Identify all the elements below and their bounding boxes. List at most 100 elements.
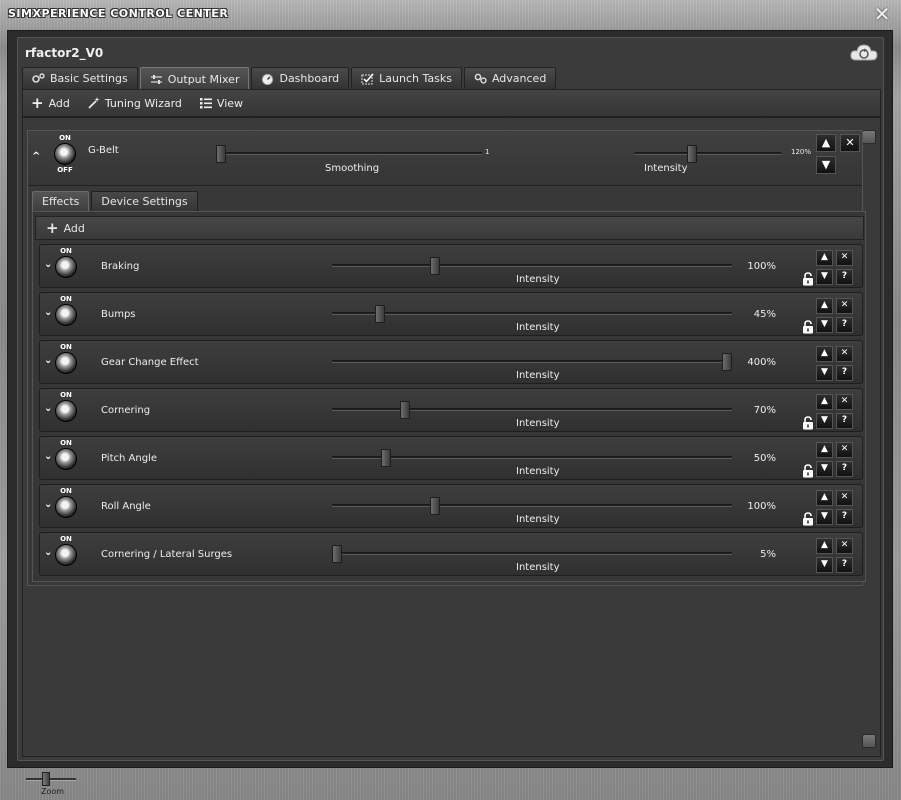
move-up-button[interactable]: ▲: [816, 134, 836, 152]
tab-launch-tasks[interactable]: Launch Tasks: [351, 67, 462, 89]
scroll-down-button[interactable]: [862, 734, 876, 748]
remove-effect-button[interactable]: ✕: [836, 346, 853, 362]
move-up-button[interactable]: ▲: [816, 250, 833, 266]
effect-power-switch[interactable]: ON: [53, 343, 79, 375]
move-down-button[interactable]: ▼: [816, 365, 833, 381]
remove-effect-button[interactable]: ✕: [836, 538, 853, 554]
expand-chevron-icon[interactable]: ⌄: [44, 451, 52, 462]
device-intensity-slider[interactable]: [635, 145, 781, 163]
remove-effect-button[interactable]: ✕: [836, 298, 853, 314]
expand-chevron-icon[interactable]: ⌄: [44, 307, 52, 318]
slider-thumb[interactable]: [375, 305, 385, 323]
effect-power-switch[interactable]: ON: [53, 391, 79, 423]
plus-icon[interactable]: +: [46, 220, 59, 235]
intensity-label: Intensity: [516, 274, 560, 285]
slider-thumb[interactable]: [332, 545, 342, 563]
move-down-button[interactable]: ▼: [816, 509, 833, 525]
move-up-button[interactable]: ▲: [816, 442, 833, 458]
expand-chevron-icon[interactable]: ⌄: [44, 355, 52, 366]
tab-basic-settings[interactable]: Basic Settings: [22, 67, 138, 89]
effect-name: Gear Change Effect: [101, 357, 199, 368]
move-up-button[interactable]: ▲: [816, 394, 833, 410]
slider-thumb[interactable]: [216, 145, 226, 163]
intensity-value: 45%: [753, 309, 776, 320]
effect-intensity-slider[interactable]: [332, 545, 732, 563]
expand-chevron-icon[interactable]: ⌄: [44, 403, 52, 414]
slider-thumb[interactable]: [687, 145, 697, 163]
move-down-button[interactable]: ▼: [816, 156, 836, 174]
add-effect-button[interactable]: Add: [64, 222, 85, 235]
move-up-button[interactable]: ▲: [816, 346, 833, 362]
intensity-label: Intensity: [516, 418, 560, 429]
unlock-icon[interactable]: [802, 464, 814, 478]
tab-output-mixer[interactable]: Output Mixer: [139, 67, 250, 90]
move-down-button[interactable]: ▼: [816, 269, 833, 285]
help-button[interactable]: ?: [836, 509, 853, 525]
remove-effect-button[interactable]: ✕: [836, 442, 853, 458]
slider-thumb[interactable]: [430, 497, 440, 515]
scroll-up-button[interactable]: [862, 130, 876, 144]
slider-thumb[interactable]: [722, 353, 732, 371]
move-down-button[interactable]: ▼: [816, 557, 833, 573]
tuning-wizard-button[interactable]: Tuning Wizard: [88, 97, 182, 110]
zoom-slider[interactable]: Zoom: [26, 772, 76, 798]
expand-chevron-icon[interactable]: ⌄: [44, 259, 52, 270]
collapse-chevron-icon[interactable]: ^: [32, 151, 40, 162]
close-icon[interactable]: ✕: [873, 4, 891, 24]
power-knob-icon: [55, 448, 77, 470]
unlock-icon[interactable]: [802, 320, 814, 334]
help-button[interactable]: ?: [836, 461, 853, 477]
help-button[interactable]: ?: [836, 269, 853, 285]
move-up-button[interactable]: ▲: [816, 298, 833, 314]
tab-advanced[interactable]: Advanced: [463, 67, 557, 89]
effect-intensity-slider[interactable]: [332, 353, 732, 371]
remove-effect-button[interactable]: ✕: [836, 250, 853, 266]
move-down-button[interactable]: ▼: [816, 317, 833, 333]
unlock-icon[interactable]: [802, 512, 814, 526]
zoom-track[interactable]: [26, 778, 76, 781]
tab-label: Launch Tasks: [379, 72, 452, 85]
effect-intensity-slider[interactable]: [332, 305, 732, 323]
tab-label: Basic Settings: [50, 72, 128, 85]
remove-effect-button[interactable]: ✕: [836, 490, 853, 506]
tab-dashboard[interactable]: Dashboard: [251, 67, 350, 89]
move-up-button[interactable]: ▲: [816, 538, 833, 554]
expand-chevron-icon[interactable]: ⌄: [44, 499, 52, 510]
device-power-switch[interactable]: ON OFF: [52, 134, 78, 174]
help-button[interactable]: ?: [836, 413, 853, 429]
tab-device-settings[interactable]: Device Settings: [91, 191, 198, 211]
effect-intensity-slider[interactable]: [332, 497, 732, 515]
slider-thumb[interactable]: [400, 401, 410, 419]
expand-chevron-icon[interactable]: ⌄: [44, 547, 52, 558]
add-button[interactable]: + Add: [31, 95, 70, 110]
effect-power-switch[interactable]: ON: [53, 295, 79, 327]
unlock-icon[interactable]: [802, 272, 814, 286]
effect-power-switch[interactable]: ON: [53, 247, 79, 279]
effect-name: Pitch Angle: [101, 453, 157, 464]
remove-device-button[interactable]: ✕: [840, 134, 860, 152]
cloud-sync-icon[interactable]: [849, 42, 879, 64]
zoom-thumb[interactable]: [42, 772, 50, 786]
tab-effects[interactable]: Effects: [32, 191, 90, 211]
move-down-button[interactable]: ▼: [816, 413, 833, 429]
slider-thumb[interactable]: [381, 449, 391, 467]
help-button[interactable]: ?: [836, 317, 853, 333]
smoothing-slider[interactable]: [216, 145, 482, 163]
help-button[interactable]: ?: [836, 557, 853, 573]
intensity-label: Intensity: [516, 370, 560, 381]
slider-thumb[interactable]: [430, 257, 440, 275]
help-button[interactable]: ?: [836, 365, 853, 381]
checklist-icon: [361, 72, 374, 84]
on-label: ON: [59, 134, 71, 142]
move-down-button[interactable]: ▼: [816, 461, 833, 477]
effect-power-switch[interactable]: ON: [53, 535, 79, 567]
effect-intensity-slider[interactable]: [332, 449, 732, 467]
view-button[interactable]: View: [199, 97, 243, 110]
remove-effect-button[interactable]: ✕: [836, 394, 853, 410]
effect-power-switch[interactable]: ON: [53, 487, 79, 519]
effect-power-switch[interactable]: ON: [53, 439, 79, 471]
effect-intensity-slider[interactable]: [332, 401, 732, 419]
move-up-button[interactable]: ▲: [816, 490, 833, 506]
unlock-icon[interactable]: [802, 416, 814, 430]
effect-intensity-slider[interactable]: [332, 257, 732, 275]
